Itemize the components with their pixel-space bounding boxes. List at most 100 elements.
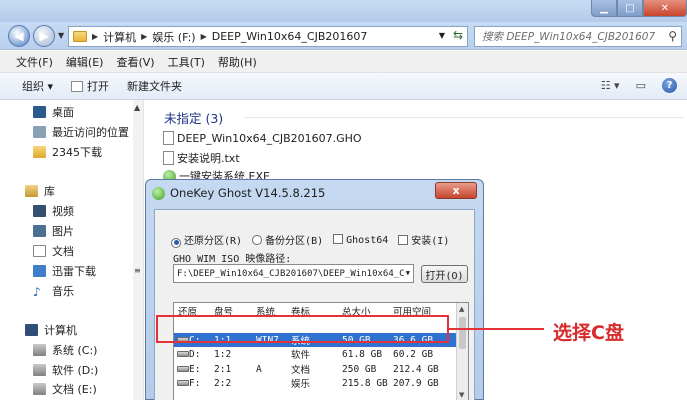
image-path-label: GHO WIM ISO 映像路径: [173,254,292,265]
video-icon [33,205,46,217]
sidebar-item-drive-c[interactable]: 系统 (C:) [33,342,97,358]
dialog-close-button[interactable]: x [435,182,477,199]
menu-tools[interactable]: 工具(T) [168,54,205,70]
download-icon [33,265,46,277]
sidebar-item-libraries[interactable]: 库 [25,183,55,199]
row-disk: 1:2 [214,348,232,360]
chevron-right-icon[interactable]: ▶ [201,32,207,41]
sidebar-item-drive-e[interactable]: 文档 (E:) [33,381,97,397]
partition-table-scrollbar[interactable]: ▲ ▼ [456,303,468,400]
dialog-body: 还原分区(R) 备份分区(B) Ghost64 安装(I) GHO WIM IS… [154,209,475,400]
help-icon[interactable]: ? [662,78,677,93]
organize-button[interactable]: 组织 ▾ [22,78,53,94]
backup-radio[interactable]: 备份分区(B) [252,232,323,247]
file-item-gho[interactable]: DEEP_Win10x64_CJB201607.GHO [163,131,362,145]
minimize-button[interactable]: ▁ [591,0,617,17]
scrollbar-thumb[interactable] [459,317,466,349]
sidebar-item-label: 视频 [52,205,74,218]
new-folder-button[interactable]: 新建文件夹 [127,78,182,94]
row-total: 250 GB [342,363,377,375]
sidebar-item-documents[interactable]: 文档 [33,243,74,259]
sidebar-scrollbar[interactable]: ▲ ≡ [133,100,143,400]
group-header[interactable]: 未指定 (3) [164,108,223,127]
scroll-down-icon[interactable]: ▼ [459,391,464,399]
new-folder-label: 新建文件夹 [127,80,183,93]
onekey-ghost-dialog: OneKey Ghost V14.5.8.215 x 还原分区(R) 备份分区(… [145,179,484,400]
image-path-select[interactable]: F:\DEEP_Win10x64_CJB201607\DEEP_Win10x64… [173,264,414,283]
maximize-button[interactable]: □ [617,0,643,17]
sidebar-item-computer[interactable]: 计算机 [25,322,77,338]
row-free: 207.9 GB [393,377,439,389]
breadcrumb-folder[interactable]: DEEP_Win10x64_CJB201607 [212,30,368,43]
address-dropdown-icon[interactable]: ▼ [439,31,445,40]
open-icon [71,80,84,92]
radio-checked-icon [171,237,181,248]
forward-button[interactable]: ▶ [33,25,55,47]
group-divider [244,117,684,118]
open-image-button[interactable]: 打开(O) [421,265,468,283]
drive-icon [177,365,189,372]
row-system: A [256,363,262,375]
dialog-titlebar: OneKey Ghost V14.5.8.215 [152,186,325,200]
sidebar-item-recent[interactable]: 最近访问的位置 [33,124,129,140]
install-checkbox[interactable]: 安装(I) [398,232,449,247]
sidebar-item-thunder-download[interactable]: 迅雷下载 [33,263,96,279]
navigation-bar: ◀ ▶ ▼ ▶ 计算机 ▶ 娱乐 (F:) ▶ DEEP_Win10x64_CJ… [0,22,687,50]
sidebar-item-drive-d[interactable]: 软件 (D:) [33,362,98,378]
sidebar-item-2345-download[interactable]: 2345下载 [33,144,102,160]
sidebar-item-label: 计算机 [44,324,77,337]
ghost64-label: Ghost64 [346,234,389,246]
search-input[interactable]: 搜索 DEEP_Win10x64_CJB201607 ⚲ [474,26,682,47]
sidebar-item-label: 系统 (C:) [52,344,98,357]
back-button[interactable]: ◀ [8,25,30,47]
open-button[interactable]: 打开 [71,78,109,94]
partition-row-e[interactable]: E: 2:1 A 文档 250 GB 212.4 GB [174,362,457,376]
preview-pane-icon[interactable]: ▭ [636,79,646,92]
checkbox-icon [398,235,409,246]
breadcrumb-computer[interactable]: 计算机 [103,29,136,45]
restore-radio[interactable]: 还原分区(R) [171,232,242,248]
scroll-up-icon[interactable]: ▲ [134,103,140,112]
close-button[interactable]: ✕ [643,0,687,17]
annotation-text: 选择C盘 [553,322,624,344]
partition-row-f[interactable]: F: 2:2 娱乐 215.8 GB 207.9 GB [174,376,457,390]
address-bar[interactable]: ▶ 计算机 ▶ 娱乐 (F:) ▶ DEEP_Win10x64_CJB20160… [68,26,468,47]
refresh-icon[interactable]: ⇆ [453,28,463,42]
dropdown-arrow-icon[interactable]: ▼ [406,269,410,277]
menu-view[interactable]: 查看(V) [116,54,154,70]
row-disk: 2:2 [214,377,232,389]
sidebar-item-label: 桌面 [52,106,74,119]
menu-file[interactable]: 文件(F) [16,54,53,70]
sidebar-item-label: 文档 [52,245,74,258]
search-icon[interactable]: ⚲ [668,29,677,43]
file-name: DEEP_Win10x64_CJB201607.GHO [177,131,362,145]
organize-label: 组织 ▾ [22,80,54,93]
sidebar-item-desktop[interactable]: 桌面 [33,104,74,120]
scroll-up-icon[interactable]: ▲ [459,305,464,313]
breadcrumb-drive-f[interactable]: 娱乐 (F:) [152,29,195,45]
view-options-icon[interactable]: ☷ ▾ [601,79,620,92]
drive-icon [177,350,189,357]
sidebar-item-label: 图片 [52,225,74,238]
chevron-right-icon[interactable]: ▶ [92,32,98,41]
image-path-value: F:\DEEP_Win10x64_CJB201607\DEEP_Win10x64… [177,268,405,279]
menu-help[interactable]: 帮助(H) [218,54,257,70]
row-free: 212.4 GB [393,363,439,375]
view-controls: ☷ ▾ ▭ ? [601,78,677,93]
scroll-grip-icon[interactable]: ≡ [134,266,141,275]
folder-icon [33,146,46,158]
file-item-readme[interactable]: 安装说明.txt [163,150,240,166]
partition-row-d[interactable]: D: 1:2 软件 61.8 GB 60.2 GB [174,347,457,361]
row-drive: E: [189,363,201,375]
history-dropdown-icon[interactable]: ▼ [58,31,64,40]
sidebar-item-label: 2345下载 [52,146,102,159]
sidebar-item-videos[interactable]: 视频 [33,203,74,219]
row-drive: D: [189,348,201,360]
ghost64-checkbox[interactable]: Ghost64 [333,233,389,246]
sidebar-item-pictures[interactable]: 图片 [33,223,74,239]
sidebar-item-music[interactable]: ♪ 音乐 [33,283,74,299]
text-file-icon [163,151,174,165]
menu-edit[interactable]: 编辑(E) [66,54,104,70]
chevron-right-icon[interactable]: ▶ [141,32,147,41]
file-name: 安装说明.txt [177,152,240,165]
